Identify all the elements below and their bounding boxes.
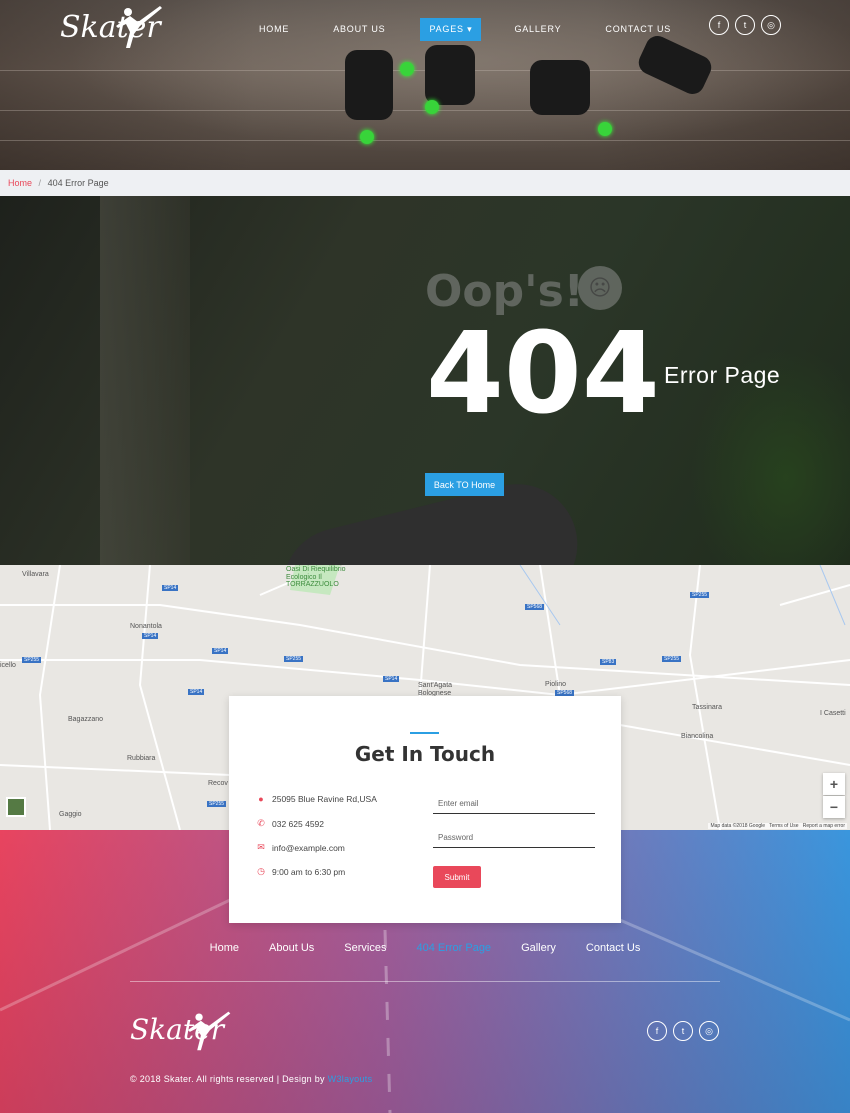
sad-face-icon: ☹ [578, 266, 622, 310]
logo[interactable]: Skater [60, 6, 162, 48]
facebook-icon[interactable]: f [709, 15, 729, 35]
map-place: Villavara [22, 571, 49, 578]
copyright: © 2018 Skater. All rights reserved | Des… [130, 1074, 372, 1084]
wheel [360, 130, 374, 144]
contact-email: ✉ info@example.com [254, 842, 345, 853]
skater-logo-icon [116, 6, 162, 48]
phone-text: 032 625 4592 [272, 818, 324, 829]
wheel [400, 62, 414, 76]
nav-pages[interactable]: PAGES ▾ [420, 18, 482, 41]
map-place: Rubbiara [127, 755, 156, 762]
location-pin-icon: ● [258, 794, 264, 804]
terms-link[interactable]: Terms of Use [769, 823, 798, 829]
skater-logo-icon [188, 1011, 231, 1051]
map-place: icello [0, 662, 16, 669]
map-place: Tassinara [692, 704, 722, 711]
map-place: Biancolina [681, 733, 714, 740]
map-place: Gaggio [59, 811, 82, 818]
road-badge: SP14 [383, 676, 400, 682]
chevron-down-icon: ▾ [467, 24, 473, 34]
road-badge: SP255 [662, 656, 682, 662]
map-place: Piolino [545, 681, 567, 688]
road-badge: SP255 [284, 656, 304, 662]
designer-link[interactable]: W3layouts [328, 1074, 373, 1084]
breadcrumb-home[interactable]: Home [8, 178, 32, 188]
road-badge: SP14 [188, 689, 205, 695]
breadcrumb-separator: / [38, 178, 42, 188]
wheel [598, 122, 612, 136]
footer-nav-gallery[interactable]: Gallery [521, 942, 556, 954]
title-accent-bar [410, 732, 439, 734]
road-badge: SP14 [162, 585, 179, 591]
floor-line [0, 140, 850, 141]
footer-nav-about-us[interactable]: About Us [269, 942, 314, 954]
contact-hours: ◷ 9:00 am to 6:30 pm [254, 866, 345, 877]
password-field[interactable]: Password [433, 826, 595, 848]
zoom-out-button[interactable]: − [823, 796, 845, 818]
map-place: I Casetti [820, 710, 846, 717]
nav-pages-label: PAGES [429, 24, 464, 34]
header-social-links: f t ◎ [709, 15, 781, 35]
twitter-icon[interactable]: t [673, 1021, 693, 1041]
nav-gallery[interactable]: GALLERY [505, 18, 570, 41]
contact-address: ● 25095 Blue Ravine Rd,USA [254, 794, 377, 804]
skate-image [530, 60, 590, 115]
dribbble-icon[interactable]: ◎ [699, 1021, 719, 1041]
phone-icon: ✆ [257, 818, 265, 828]
email-field[interactable]: Enter email [433, 792, 595, 814]
map-place: Recov [208, 780, 228, 787]
footer-nav: Home About Us Services 404 Error Page Ga… [0, 942, 850, 954]
contact-title: Get In Touch [354, 742, 496, 766]
road-badge: SP255 [690, 592, 710, 598]
map-place: Nonantola [130, 623, 162, 630]
skate-image [345, 50, 393, 120]
address-text: 25095 Blue Ravine Rd,USA [272, 794, 377, 804]
road-badge: SP83 [600, 659, 617, 665]
skate-image [634, 32, 716, 98]
road-badge: SP14 [142, 633, 159, 639]
map-place: Bagazzano [68, 716, 104, 723]
hours-text: 9:00 am to 6:30 pm [272, 866, 346, 877]
wheel [425, 100, 439, 114]
footer-social-links: f t ◎ [647, 1021, 719, 1041]
map-data-label: Map data ©2018 Google [710, 823, 766, 829]
dribbble-icon[interactable]: ◎ [761, 15, 781, 35]
copyright-text: © 2018 Skater. All rights reserved | Des… [130, 1074, 325, 1084]
road-badge: SP14 [212, 648, 229, 654]
breadcrumb: Home / 404 Error Page [0, 170, 850, 196]
envelope-icon: ✉ [257, 842, 265, 852]
footer-divider [130, 981, 720, 982]
road-badge: SP568 [525, 604, 545, 610]
facebook-icon[interactable]: f [647, 1021, 667, 1041]
breadcrumb-current: 404 Error Page [47, 178, 109, 188]
twitter-icon[interactable]: t [735, 15, 755, 35]
nav-about-us[interactable]: ABOUT US [324, 18, 394, 41]
nav-contact-us[interactable]: CONTACT US [596, 18, 680, 41]
map-place: Oasi Di Riequilibrio Ecologico Il TORRAZ… [286, 566, 346, 589]
submit-button[interactable]: Submit [433, 866, 481, 888]
report-error-link[interactable]: Report a map error [803, 823, 845, 829]
back-to-home-button[interactable]: Back TO Home [425, 473, 504, 496]
footer-nav-services[interactable]: Services [344, 942, 386, 954]
footer-logo[interactable]: Skater [130, 1011, 231, 1051]
contact-card: Get In Touch ● 25095 Blue Ravine Rd,USA ✆… [229, 696, 621, 923]
road-badge: SP255 [22, 657, 42, 663]
error-label: Error Page [664, 362, 781, 388]
error-code: 404 [426, 309, 660, 439]
zoom-in-button[interactable]: + [823, 773, 845, 795]
road-badge: SP255 [207, 801, 227, 807]
satellite-thumbnail[interactable] [6, 797, 26, 817]
footer-nav-404[interactable]: 404 Error Page [416, 942, 491, 954]
nav-home[interactable]: HOME [250, 18, 298, 41]
email-text: info@example.com [272, 842, 345, 853]
map-attribution: Map data ©2018 Google Terms of Use Repor… [708, 823, 847, 829]
main-nav: HOME ABOUT US PAGES ▾ GALLERY CONTACT US [250, 18, 706, 41]
clock-icon: ◷ [257, 866, 265, 876]
skate-image [425, 45, 475, 105]
contact-phone: ✆ 032 625 4592 [254, 818, 324, 829]
footer-nav-contact-us[interactable]: Contact Us [586, 942, 640, 954]
footer-nav-home[interactable]: Home [210, 942, 239, 954]
